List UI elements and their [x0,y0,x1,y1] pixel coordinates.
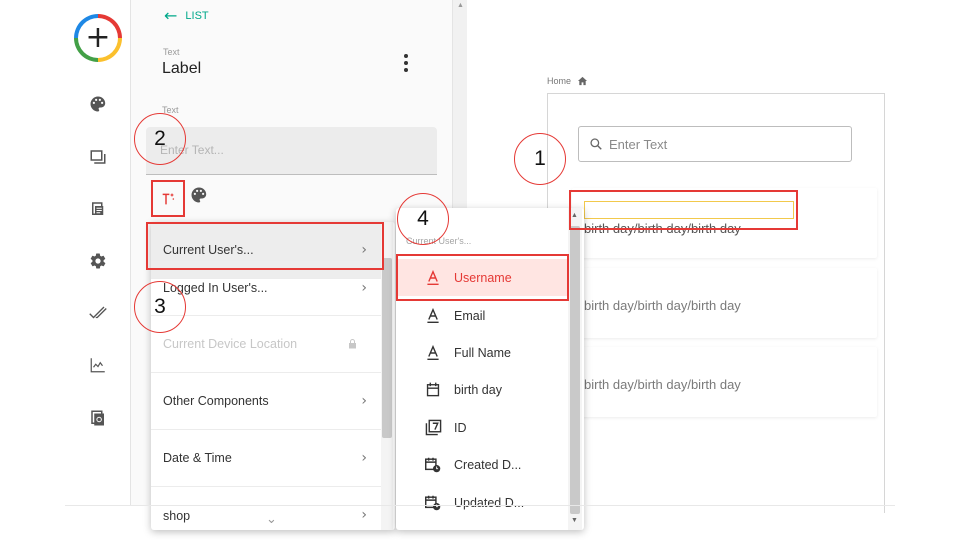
bottom-divider [65,505,895,506]
list-item[interactable]: birth day/birth day/birth day [572,268,877,338]
annotation-step-3: 3 [134,281,186,333]
calendar-clock-icon [424,456,442,474]
menu-item-date-time[interactable]: Date & Time › [151,430,381,487]
palette-icon[interactable] [86,92,110,116]
annotation-box-text-component [569,190,798,230]
chevron-right-icon: › [361,507,367,523]
palette-icon[interactable] [190,186,210,206]
annotation-box-magic-text [151,180,185,217]
screens-icon[interactable] [86,145,110,169]
scroll-down-icon[interactable]: ▼ [571,517,578,524]
menu-item-email[interactable]: Email [396,297,568,334]
scroll-up-icon[interactable]: ▲ [457,2,464,9]
component-name: Label [162,60,202,77]
left-rail: + [65,0,131,505]
menu-item-label: ID [454,420,467,435]
menu-item-label: Date & Time [163,451,232,465]
menu-item-label: Email [454,308,486,323]
chevron-right-icon: › [361,450,367,466]
menu-item-label: Updated D... [454,495,525,510]
settings-icon[interactable] [86,249,110,273]
annotation-box-current-user [146,222,384,270]
list-item[interactable]: birth day/birth day/birth day [572,347,877,417]
calendar-icon [424,381,442,399]
search-icon [590,138,602,150]
menu-item-device-location: Current Device Location [151,316,381,373]
back-to-list-link[interactable]: ← LIST [164,8,209,24]
chevron-right-icon: › [361,393,367,409]
annotation-step-2: 2 [134,113,186,165]
search-field[interactable] [578,126,852,162]
annotation-step-4: 4 [397,193,449,245]
add-component-button[interactable]: + [74,14,122,62]
search-input[interactable] [609,136,829,152]
more-options-icon[interactable] [398,52,414,74]
plus-icon: + [78,18,118,58]
breadcrumb[interactable]: Home [547,76,588,86]
publish-check-icon[interactable] [86,301,110,325]
menu-item-updated-date[interactable]: Updated D... [396,484,568,521]
text-field[interactable] [146,127,437,175]
menu-item-label: shop [163,509,191,523]
calendar-clock-icon [424,494,442,512]
breadcrumb-home: Home [547,76,572,86]
component-type: Text [163,47,180,57]
menu-item-birth-day[interactable]: birth day [396,371,568,408]
text-format-icon [424,344,442,362]
chevron-down-icon[interactable]: ⌄ [266,512,277,527]
menu-item-id[interactable]: ID [396,409,568,446]
text-format-icon [424,307,442,325]
list-item-text: birth day/birth day/birth day [584,377,741,392]
list-item-text: birth day/birth day/birth day [584,298,741,313]
analytics-icon[interactable] [86,353,110,377]
lock-icon [349,339,356,349]
back-label: LIST [185,10,209,22]
home-icon [577,76,588,86]
app-settings-icon[interactable] [86,406,110,430]
annotation-step-1: 1 [514,133,566,185]
submenu-scrollbar[interactable]: ▲ ▼ [568,208,582,530]
arrow-left-icon: ← [164,6,178,25]
menu-item-label: Current Device Location [163,337,298,351]
annotation-box-username [396,254,569,301]
id-number-icon [424,419,442,437]
menu-item-label: Other Components [163,394,269,408]
menu-item-label: birth day [454,382,502,397]
menu-item-other-components[interactable]: Other Components › [151,373,381,430]
text-input[interactable] [160,143,420,157]
menu-item-label: Full Name [454,345,511,360]
menu-item-label: Created D... [454,457,522,472]
menu-item-created-date[interactable]: Created D... [396,446,568,483]
menu-item-full-name[interactable]: Full Name [396,334,568,371]
chevron-right-icon: › [361,280,367,296]
database-icon[interactable] [86,197,110,221]
